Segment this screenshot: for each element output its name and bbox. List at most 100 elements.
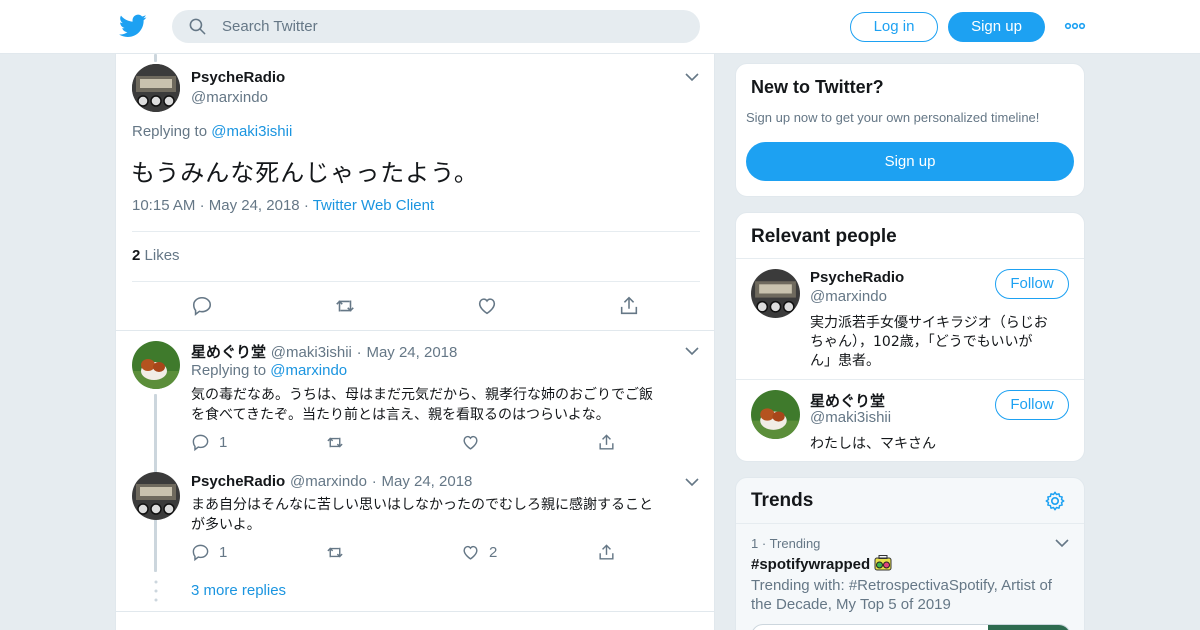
author-name[interactable]: PsycheRadio xyxy=(191,69,285,86)
relevant-people-card: Relevant people PsycheRadio @marxindo Fo… xyxy=(735,212,1085,462)
avatar[interactable] xyxy=(751,390,800,439)
separator-dot: · xyxy=(356,344,362,361)
boombox-emoji-icon xyxy=(874,555,892,571)
trend-with-line: the Decade, My Top 5 of 2019 xyxy=(751,596,951,613)
signup-button[interactable]: Sign up xyxy=(948,12,1045,42)
author-name[interactable]: PsycheRadio xyxy=(191,473,285,490)
retweet-icon[interactable] xyxy=(333,295,357,317)
author-handle[interactable]: @marxindo xyxy=(290,473,367,490)
dog-avatar-icon xyxy=(751,390,800,439)
client-link[interactable]: Twitter Web Client xyxy=(313,197,434,214)
search-placeholder: Search Twitter xyxy=(222,18,318,35)
search-icon xyxy=(189,18,206,35)
card-title: Relevant people xyxy=(751,226,897,247)
radio-avatar-icon xyxy=(751,269,800,318)
divider xyxy=(132,281,700,282)
chevron-down-icon[interactable] xyxy=(685,346,699,356)
trend-hashtag: #spotifywrapped xyxy=(751,556,871,573)
person-bio-line: ちゃん），102歳，「どうでもいいが xyxy=(810,334,1033,350)
replying-to: Replying to @maki3ishii xyxy=(132,123,292,140)
chevron-down-icon[interactable] xyxy=(685,477,699,487)
separator-dot: · xyxy=(199,197,209,214)
share-icon[interactable] xyxy=(618,295,640,317)
radio-avatar-icon xyxy=(132,64,180,112)
likes-count: 2 xyxy=(132,247,141,264)
trend-with-line: Trending with: #RetrospectivaSpotify, Ar… xyxy=(751,577,1052,594)
person-name[interactable]: PsycheRadio xyxy=(810,269,904,286)
card-title: New to Twitter? xyxy=(751,77,884,97)
replying-to-link[interactable]: @marxindo xyxy=(270,362,347,379)
retweet-icon[interactable] xyxy=(325,433,345,452)
person-name[interactable]: 星めぐり堂 xyxy=(810,390,885,411)
reply-date[interactable]: May 24, 2018 xyxy=(366,344,457,361)
reply-icon[interactable] xyxy=(191,433,210,452)
author-name[interactable]: 星めぐり堂 xyxy=(191,344,266,361)
person-handle[interactable]: @marxindo xyxy=(810,288,887,305)
share-icon[interactable] xyxy=(597,433,616,452)
avatar[interactable] xyxy=(751,269,800,318)
divider xyxy=(116,611,714,612)
thread-connector xyxy=(154,54,157,62)
avatar[interactable] xyxy=(132,472,180,520)
trend-rank: 1 xyxy=(751,536,759,551)
gear-icon[interactable] xyxy=(1044,490,1066,512)
follow-button[interactable]: Follow xyxy=(995,390,1069,420)
card-title: Trends xyxy=(751,490,814,511)
person-bio-line: わたしは、マキさん xyxy=(810,436,936,452)
replying-to: Replying to @marxindo xyxy=(191,362,347,379)
likes-stat[interactable]: 2 Likes xyxy=(132,247,180,264)
reply-text-line: を食べてきたぞ。当たり前とは言え、親を看取るのはつらいよな。 xyxy=(191,407,610,423)
likes-label: Likes xyxy=(144,247,180,264)
reply-date[interactable]: May 24, 2018 xyxy=(381,473,472,490)
reply-text-line: 気の毒だなあ。うちは、母はまだ元気だから、親孝行な姉のおごりでご飯 xyxy=(191,387,653,403)
chevron-down-icon[interactable] xyxy=(1055,538,1069,548)
author-handle[interactable]: @maki3ishii xyxy=(271,344,352,361)
reply-header: PsycheRadio @marxindo · May 24, 2018 xyxy=(191,472,472,490)
replying-to-link[interactable]: @maki3ishii xyxy=(211,123,292,140)
tweet-thread: PsycheRadio @marxindo Replying to @maki3… xyxy=(115,54,715,630)
more-options-icon[interactable] xyxy=(1064,18,1086,34)
divider xyxy=(736,258,1084,259)
follow-button[interactable]: Follow xyxy=(995,269,1069,299)
reply-text-line: が多いよ。 xyxy=(191,517,261,533)
tweet-date[interactable]: May 24, 2018 xyxy=(209,197,300,214)
like-count: 2 xyxy=(489,544,498,561)
replying-prefix: Replying to xyxy=(132,123,208,140)
radio-avatar-icon xyxy=(132,472,180,520)
retweet-icon[interactable] xyxy=(325,543,345,562)
login-button[interactable]: Log in xyxy=(850,12,938,42)
divider xyxy=(736,523,1084,524)
separator-dot: · xyxy=(371,473,377,490)
dog-avatar-icon xyxy=(132,341,180,389)
search-input[interactable]: Search Twitter xyxy=(172,10,700,43)
reply-icon[interactable] xyxy=(191,543,210,562)
trends-card: Trends 1 · Trending #spotifywrapped Tren… xyxy=(735,477,1085,630)
trend-media-thumbnail xyxy=(988,625,1070,630)
share-icon[interactable] xyxy=(597,543,616,562)
trend-media-preview[interactable] xyxy=(751,624,1071,630)
reply-icon[interactable] xyxy=(191,295,213,317)
more-replies-link[interactable]: 3 more replies xyxy=(191,582,286,599)
twitter-bird-icon[interactable] xyxy=(119,12,147,40)
new-to-twitter-card: New to Twitter? Sign up now to get your … xyxy=(735,63,1085,197)
thread-connector xyxy=(154,524,157,572)
separator-dot: · xyxy=(303,197,313,214)
reply-count: 1 xyxy=(219,544,228,561)
tweet-time[interactable]: 10:15 AM xyxy=(132,197,195,214)
reply-count: 1 xyxy=(219,434,228,451)
like-icon[interactable] xyxy=(461,543,480,562)
signup-button[interactable]: Sign up xyxy=(746,142,1074,181)
avatar[interactable] xyxy=(132,64,180,112)
card-subtitle: Sign up now to get your own personalized… xyxy=(746,110,1040,125)
chevron-down-icon[interactable] xyxy=(685,72,699,82)
like-icon[interactable] xyxy=(476,295,498,317)
separator-dot: · xyxy=(761,536,770,551)
like-icon[interactable] xyxy=(461,433,480,452)
person-handle[interactable]: @maki3ishii xyxy=(810,409,891,426)
reply-text-line: まあ自分はそんなに苦しい思いはしなかったのでむしろ親に感謝すること xyxy=(191,497,653,513)
trend-meta: 1 · Trending xyxy=(751,536,820,551)
author-handle[interactable]: @marxindo xyxy=(191,89,268,106)
trend-item[interactable]: #spotifywrapped xyxy=(751,555,892,573)
person-bio-line: ん」患者。 xyxy=(810,353,880,369)
avatar[interactable] xyxy=(132,341,180,389)
